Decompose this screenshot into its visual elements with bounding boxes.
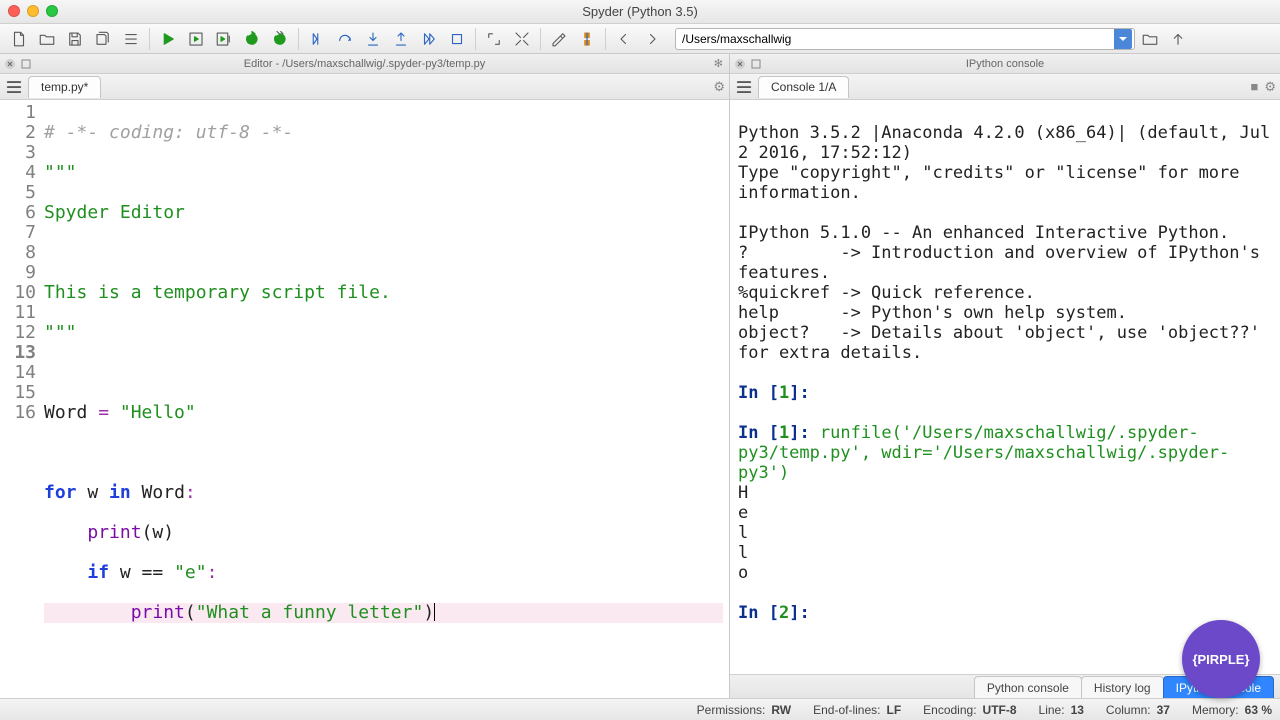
stop-debug-button[interactable] [267, 26, 293, 52]
status-permissions: Permissions: RW [697, 703, 791, 717]
status-encoding: Encoding: UTF-8 [923, 703, 1016, 717]
console-tab-list-icon[interactable] [734, 77, 754, 97]
working-dir-dropdown-icon[interactable] [1114, 29, 1132, 49]
editor-pane-options-icon[interactable]: ✻ [714, 57, 723, 70]
tab-python-console[interactable]: Python console [974, 676, 1082, 698]
run-cell-advance-button[interactable] [211, 26, 237, 52]
console-tab[interactable]: Console 1/A [758, 76, 849, 98]
nav-back-button[interactable] [611, 26, 637, 52]
maximize-pane-button[interactable] [481, 26, 507, 52]
nav-forward-button[interactable] [639, 26, 665, 52]
working-dir-input[interactable]: /Users/maxschallwig [675, 28, 1135, 50]
console-pane-header: IPython console [730, 54, 1280, 74]
line-gutter: 12345678910111213141516 [0, 100, 42, 698]
python-path-button[interactable] [574, 26, 600, 52]
editor-tab-temp[interactable]: temp.py* [28, 76, 101, 98]
in-prompt-2: In [2]: [738, 603, 820, 623]
minimize-window-button[interactable] [27, 5, 39, 17]
status-memory: Memory: 63 % [1192, 703, 1272, 717]
save-button[interactable] [62, 26, 88, 52]
tab-history-log[interactable]: History log [1081, 676, 1164, 698]
console-stop-icon[interactable]: ■ [1250, 79, 1258, 94]
ipython-console[interactable]: Python 3.5.2 |Anaconda 4.2.0 (x86_64)| (… [730, 100, 1280, 674]
console-banner: Python 3.5.2 |Anaconda 4.2.0 (x86_64)| (… [738, 123, 1280, 363]
preferences-button[interactable] [546, 26, 572, 52]
editor-pane: Editor - /Users/maxschallwig/.spyder-py3… [0, 54, 730, 698]
undock-console-icon[interactable] [750, 58, 762, 70]
console-options-icon[interactable]: ⚙ [1264, 79, 1276, 95]
continue-button[interactable] [416, 26, 442, 52]
rerun-button[interactable] [239, 26, 265, 52]
code-area[interactable]: # -*- coding: utf-8 -*- """ Spyder Edito… [42, 100, 729, 698]
code-editor[interactable]: 12345678910111213141516 # -*- coding: ut… [0, 100, 729, 698]
editor-tabstrip: temp.py* ⚙ [0, 74, 729, 100]
window-title: Spyder (Python 3.5) [582, 4, 698, 19]
debug-button[interactable] [304, 26, 330, 52]
in-prompt-1b: In [1]: [738, 423, 820, 443]
editor-pane-header: Editor - /Users/maxschallwig/.spyder-py3… [0, 54, 729, 74]
status-bar: Permissions: RW End-of-lines: LF Encodin… [0, 698, 1280, 720]
text-caret [434, 603, 435, 621]
in-prompt-1a: In [1]: [738, 383, 820, 403]
tab-list-icon[interactable] [4, 77, 24, 97]
close-window-button[interactable] [8, 5, 20, 17]
editor-pane-title: Editor - /Users/maxschallwig/.spyder-py3… [244, 58, 485, 70]
main-toolbar: /Users/maxschallwig [0, 24, 1280, 54]
titlebar: Spyder (Python 3.5) [0, 0, 1280, 24]
working-dir-text: /Users/maxschallwig [682, 32, 791, 46]
list-icon[interactable] [118, 26, 144, 52]
status-eol: End-of-lines: LF [813, 703, 901, 717]
status-column: Column: 37 [1106, 703, 1170, 717]
zoom-window-button[interactable] [46, 5, 58, 17]
editor-options-icon[interactable]: ⚙ [713, 79, 725, 95]
console-pane: IPython console Console 1/A ■ ⚙ Python 3… [730, 54, 1280, 698]
step-out-button[interactable] [388, 26, 414, 52]
close-console-icon[interactable] [734, 58, 746, 70]
browse-dir-button[interactable] [1137, 26, 1163, 52]
save-all-button[interactable] [90, 26, 116, 52]
open-file-button[interactable] [34, 26, 60, 52]
fullscreen-button[interactable] [509, 26, 535, 52]
undock-pane-icon[interactable] [20, 58, 32, 70]
pirple-badge: {PIRPLE} [1182, 620, 1260, 698]
status-line: Line: 13 [1039, 703, 1084, 717]
parent-dir-button[interactable] [1165, 26, 1191, 52]
run-cell-button[interactable] [183, 26, 209, 52]
console-tabstrip: Console 1/A ■ ⚙ [730, 74, 1280, 100]
new-file-button[interactable] [6, 26, 32, 52]
step-into-button[interactable] [360, 26, 386, 52]
close-pane-icon[interactable] [4, 58, 16, 70]
stop-button[interactable] [444, 26, 470, 52]
run-button[interactable] [155, 26, 181, 52]
step-over-button[interactable] [332, 26, 358, 52]
console-output: H e l l o [738, 483, 748, 583]
console-pane-title: IPython console [966, 58, 1044, 70]
